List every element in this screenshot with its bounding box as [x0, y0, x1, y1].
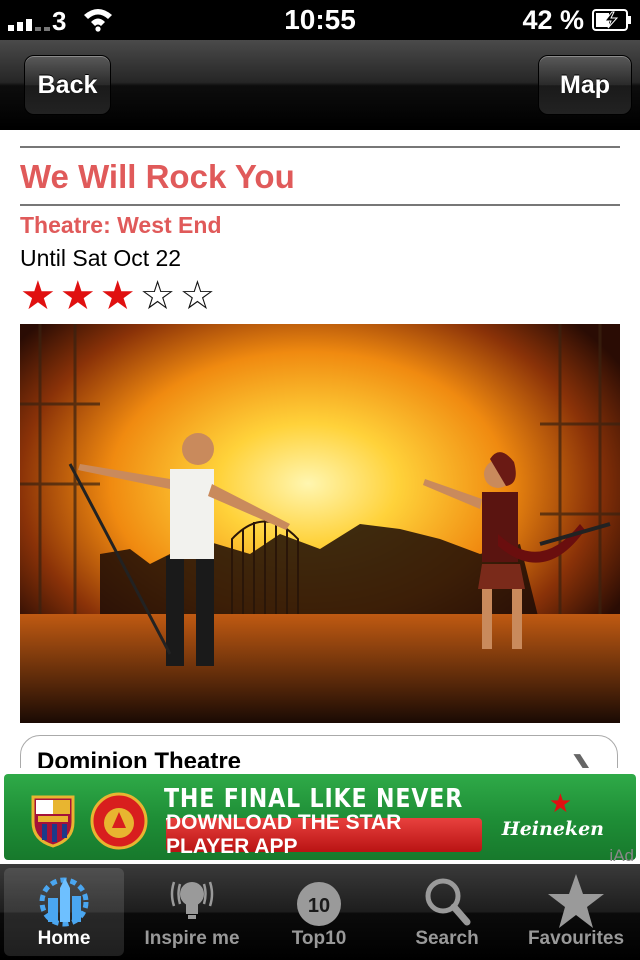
ad-banner[interactable]: THE FINAL LIKE NEVER BEFORE DOWNLOAD THE…	[4, 774, 636, 860]
back-button-label: Back	[37, 70, 98, 99]
lightbulb-icon	[170, 881, 214, 919]
show-photo	[20, 324, 620, 723]
status-bar: 3 10:55 42 %	[0, 0, 640, 40]
tab-top10-label: Top10	[291, 928, 347, 949]
svg-text:10: 10	[308, 895, 330, 917]
tab-favourites[interactable]: Favourites	[516, 868, 636, 956]
home-icon	[39, 877, 89, 927]
map-button-label: Map	[560, 70, 610, 99]
search-icon	[425, 878, 471, 926]
show-dates: Until Sat Oct 22	[20, 245, 182, 271]
manchester-united-crest-icon	[90, 792, 148, 850]
tab-home-label: Home	[37, 928, 91, 949]
ad-banner-container: THE FINAL LIKE NEVER BEFORE DOWNLOAD THE…	[0, 768, 640, 865]
top10-icon: 10	[297, 882, 341, 926]
star-icon	[548, 874, 604, 928]
tab-top10[interactable]: 10 Top10	[259, 868, 379, 956]
show-detail[interactable]: We Will Rock You Theatre: West End Until…	[20, 128, 620, 768]
battery-percentage: 42 %	[522, 5, 584, 35]
star-filled-icon: ★	[20, 274, 60, 318]
iad-label: iAd	[609, 846, 634, 865]
star-empty-icon: ☆	[179, 274, 220, 318]
ad-download-button[interactable]: DOWNLOAD THE STAR PLAYER APP	[166, 811, 482, 858]
fc-barcelona-crest-icon	[31, 795, 75, 848]
show-title: We Will Rock You	[20, 158, 295, 195]
star-filled-icon: ★	[99, 274, 140, 318]
tab-search[interactable]: Search	[387, 868, 507, 956]
map-button[interactable]: Map	[538, 55, 632, 115]
star-filled-icon: ★	[59, 274, 100, 318]
tab-bar: Home Inspire me 10 Top10 Search Favourit…	[0, 864, 640, 960]
divider	[20, 204, 620, 206]
venue-card[interactable]: Dominion Theatre	[20, 735, 618, 768]
show-category: Theatre: West End	[20, 212, 222, 238]
tab-inspire-me[interactable]: Inspire me	[132, 868, 252, 956]
tab-favourites-label: Favourites	[527, 928, 625, 949]
tab-search-label: Search	[415, 928, 479, 949]
tab-home[interactable]: Home	[4, 868, 124, 956]
tab-inspire-me-label: Inspire me	[144, 928, 240, 949]
star-empty-icon: ☆	[139, 274, 180, 318]
navigation-bar: Back Map	[0, 40, 640, 130]
back-button[interactable]: Back	[24, 55, 111, 115]
chevron-right-icon: ❯	[568, 751, 594, 768]
star-rating: ★★★☆☆	[20, 276, 620, 316]
heineken-star-icon: ★	[548, 788, 572, 818]
battery-charging-icon	[592, 9, 631, 31]
ad-brand: Heineken	[501, 818, 604, 840]
venue-name: Dominion Theatre	[37, 748, 242, 768]
